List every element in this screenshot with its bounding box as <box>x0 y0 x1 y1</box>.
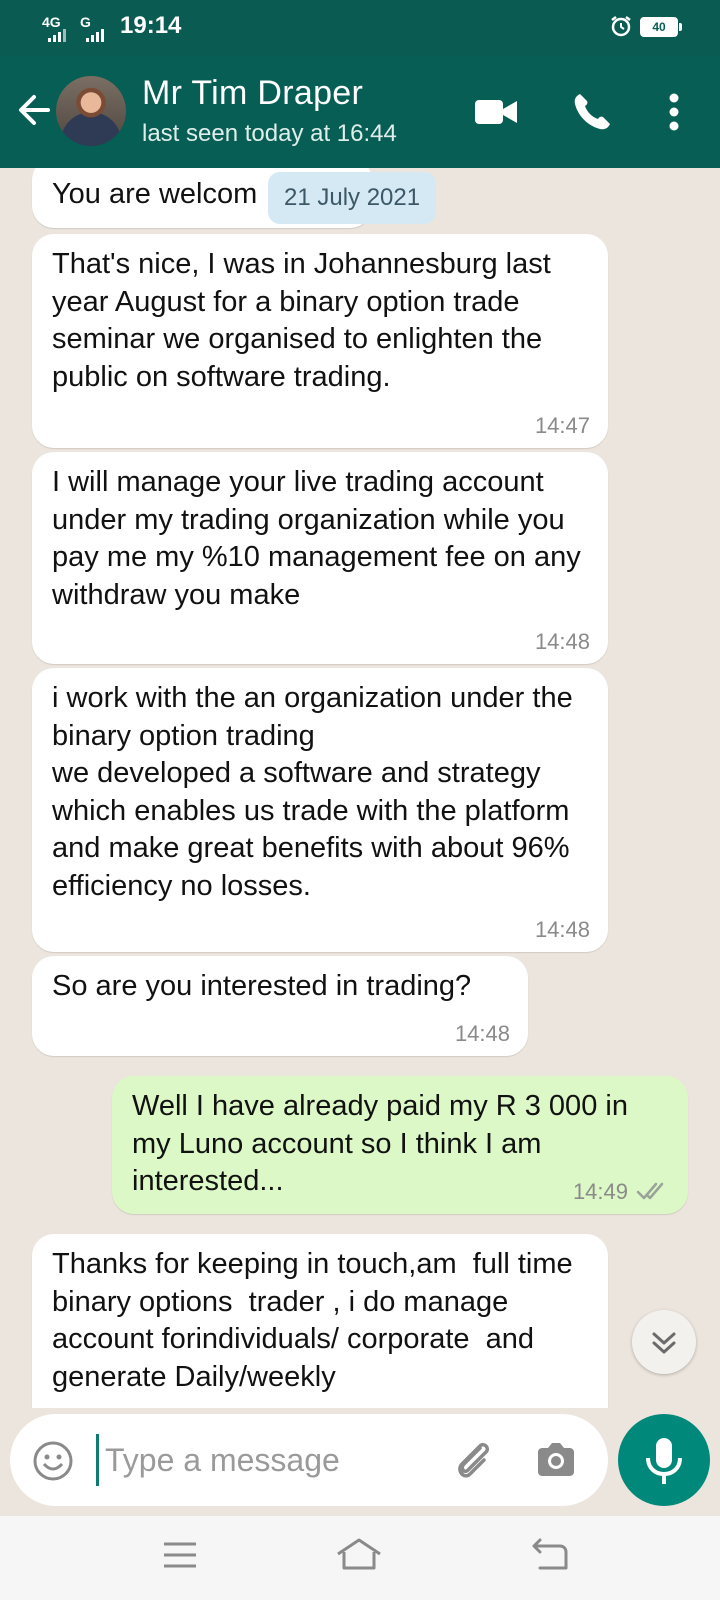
message-bubble-in[interactable]: Thanks for keeping in touch,am full time… <box>32 1234 608 1408</box>
status-bar: 4G G 19:14 40 <box>0 0 720 56</box>
more-options-icon[interactable] <box>660 90 688 134</box>
battery-indicator: 40 <box>640 17 678 37</box>
battery-tip <box>679 23 682 31</box>
message-bubble-in[interactable]: i work with the an organization under th… <box>32 668 608 952</box>
chat-header: Mr Tim Draper last seen today at 16:44 <box>0 56 720 168</box>
microphone-icon <box>646 1438 682 1484</box>
voice-record-button[interactable] <box>618 1414 710 1506</box>
message-time: 14:48 <box>534 917 590 942</box>
message-bubble-in[interactable]: I will manage your live trading account … <box>32 452 608 664</box>
recent-apps-icon[interactable] <box>162 1540 198 1570</box>
date-separator: 21 July 2021 <box>268 172 437 224</box>
contact-name[interactable]: Mr Tim Draper <box>142 74 363 113</box>
emoji-icon[interactable] <box>32 1440 74 1482</box>
back-arrow-icon[interactable] <box>14 90 54 130</box>
last-seen-status[interactable]: last seen today at 16:44 <box>142 120 397 148</box>
double-check-read-icon <box>636 1182 664 1200</box>
home-icon[interactable] <box>334 1536 384 1572</box>
alarm-icon <box>611 16 631 37</box>
message-time: 14:47 <box>534 413 590 438</box>
message-text: That's nice, I was in Johannesburg last … <box>52 248 559 393</box>
system-navigation-bar <box>0 1516 720 1600</box>
signal-strength-icon <box>48 29 66 42</box>
clock: 19:14 <box>120 12 182 39</box>
contact-avatar[interactable] <box>56 76 126 146</box>
chat-messages-area[interactable]: You are welcom 21 July 2021 That's nice,… <box>0 168 720 1408</box>
camera-icon[interactable] <box>534 1438 578 1482</box>
message-text: I will manage your live trading account … <box>52 466 589 611</box>
message-text: Thanks for keeping in touch,am full time… <box>52 1248 581 1393</box>
message-text: i work with the an organization under th… <box>52 682 573 902</box>
message-composer <box>10 1414 608 1506</box>
message-time: 14:48 <box>534 629 590 654</box>
video-call-icon[interactable] <box>473 92 519 132</box>
phone-call-icon[interactable] <box>570 90 614 134</box>
scroll-to-bottom-button[interactable] <box>632 1310 696 1374</box>
message-text: So are you interested in trading? <box>52 970 472 1002</box>
chevron-double-down-icon <box>652 1332 676 1354</box>
attach-paperclip-icon[interactable] <box>450 1436 498 1484</box>
message-bubble-in[interactable]: That's nice, I was in Johannesburg last … <box>32 234 608 448</box>
signal-strength-icon-2 <box>86 29 104 42</box>
message-time: 14:48 <box>454 1021 510 1046</box>
message-time: 14:49 <box>572 1179 628 1204</box>
message-bubble-out[interactable]: Well I have already paid my R 3 000 in m… <box>112 1076 688 1214</box>
message-bubble-in[interactable]: So are you interested in trading? 14:48 <box>32 956 528 1056</box>
system-back-icon[interactable] <box>530 1538 570 1572</box>
message-input[interactable] <box>96 1434 426 1486</box>
